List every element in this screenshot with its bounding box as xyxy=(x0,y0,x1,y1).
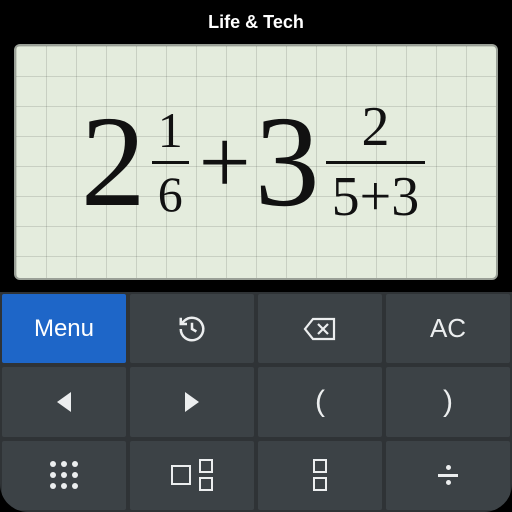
cursor-left-button[interactable] xyxy=(2,367,126,436)
term2-denominator: 5+3 xyxy=(326,168,426,227)
mixed-fraction-button[interactable] xyxy=(258,441,382,510)
operator-plus: + xyxy=(199,116,251,208)
term2-numerator: 2 xyxy=(355,98,395,157)
fraction-icon xyxy=(171,459,213,491)
divide-button[interactable] xyxy=(386,441,510,510)
expression: 2 1 6 + 3 2 5+3 xyxy=(81,97,431,227)
term1-fraction: 1 6 xyxy=(152,104,189,220)
app-title: Life & Tech xyxy=(208,12,304,33)
grid-icon xyxy=(50,461,78,489)
left-paren-button[interactable]: ( xyxy=(258,367,382,436)
term1-numerator: 1 xyxy=(152,104,189,157)
backspace-button[interactable] xyxy=(258,294,382,363)
mixed-fraction-icon xyxy=(313,459,327,491)
right-paren-button[interactable]: ) xyxy=(386,367,510,436)
triangle-left-icon xyxy=(57,392,71,412)
term2-whole: 3 xyxy=(255,97,320,227)
apps-button[interactable] xyxy=(2,441,126,510)
term1-whole: 2 xyxy=(81,97,146,227)
term2-fraction: 2 5+3 xyxy=(326,98,426,227)
app-header: Life & Tech xyxy=(0,0,512,44)
cursor-right-button[interactable] xyxy=(130,367,254,436)
history-button[interactable] xyxy=(130,294,254,363)
all-clear-button[interactable]: AC xyxy=(386,294,510,363)
term1-denominator: 6 xyxy=(152,168,189,221)
menu-button[interactable]: Menu xyxy=(2,294,126,363)
keypad: Menu AC xyxy=(0,292,512,512)
calculator-display: 2 1 6 + 3 2 5+3 xyxy=(14,44,498,280)
divide-icon xyxy=(436,463,460,487)
backspace-icon xyxy=(303,316,337,342)
fraction-bar xyxy=(152,161,189,164)
triangle-right-icon xyxy=(185,392,199,412)
fraction-bar xyxy=(326,161,426,164)
history-icon xyxy=(177,314,207,344)
fraction-button[interactable] xyxy=(130,441,254,510)
